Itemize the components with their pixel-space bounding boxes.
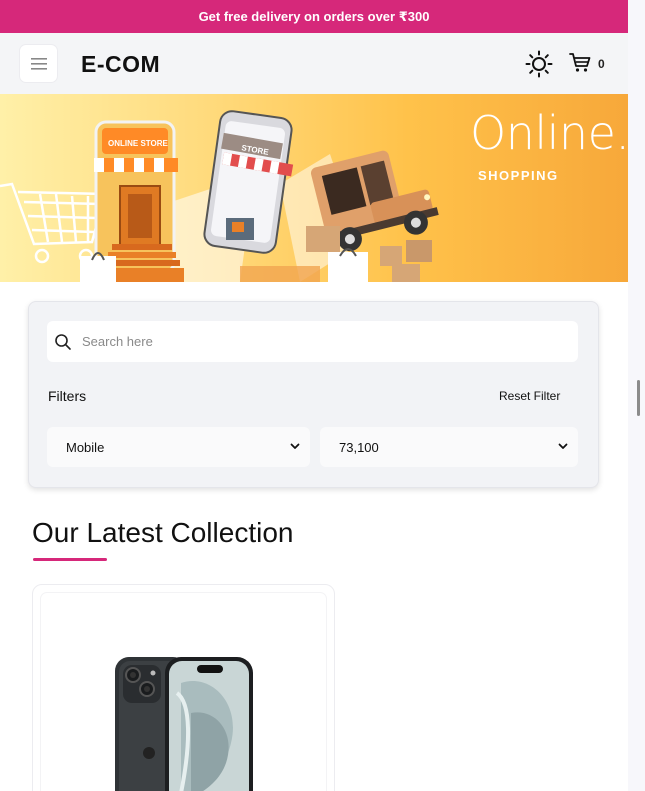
menu-button[interactable] [20,45,57,82]
product-card[interactable] [32,584,335,791]
reset-filter-button[interactable]: Reset Filter [499,389,560,403]
section-title: Our Latest Collection [32,517,294,548]
hero-subtitle: SHOPPING [478,168,559,183]
price-select[interactable]: 73,100 [320,427,578,467]
filters-label: Filters [48,388,87,404]
cart-button[interactable] [568,50,594,76]
store-sign-text: ONLINE STORE [108,139,169,148]
product-image[interactable] [41,593,326,791]
chevron-down-icon [290,443,300,449]
theme-toggle-button[interactable] [524,49,554,79]
search-box[interactable] [47,321,578,362]
promo-banner: Get free delivery on orders over ₹300 [0,0,628,33]
price-select-value: 73,100 [339,439,379,455]
phone-product-image [115,657,253,791]
logo[interactable]: E-COM [81,51,160,78]
cart-count-badge: 0 [598,57,605,71]
section-title-underline [33,558,107,561]
hero-title: Online. [470,106,628,160]
promo-text: Get free delivery on orders over ₹300 [198,8,430,24]
hero-banner: ONLINE STORE STORE Online. SHOPPING [0,94,628,282]
chevron-down-icon [558,443,568,449]
hamburger-icon [30,57,47,70]
search-input[interactable] [80,333,554,350]
search-icon [55,333,71,350]
filter-panel: Filters Reset Filter Mobile 73,100 [28,301,599,488]
scrollbar-thumb[interactable] [637,380,640,416]
category-select-value: Mobile [66,439,105,455]
cart-icon [569,53,591,72]
header: E-COM 0 [0,33,628,95]
category-select[interactable]: Mobile [47,427,310,467]
page: Get free delivery on orders over ₹300 E-… [0,0,628,791]
sun-icon [525,50,553,78]
